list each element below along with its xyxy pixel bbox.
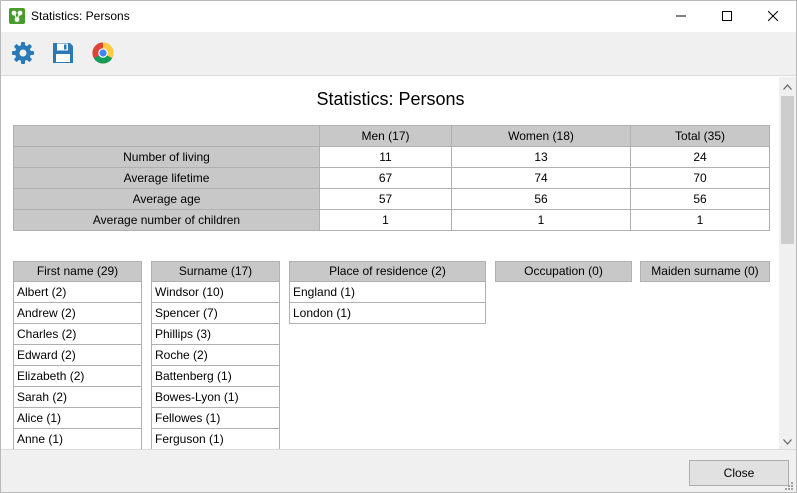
list-item: Elizabeth (2) bbox=[13, 366, 142, 387]
close-window-button[interactable] bbox=[750, 1, 796, 32]
cell-value: 1 bbox=[451, 209, 631, 231]
list-item: Phillips (3) bbox=[151, 324, 280, 345]
table-row: Number of living 11 13 24 bbox=[13, 146, 770, 168]
cell-value: 74 bbox=[451, 167, 631, 189]
minimize-button[interactable] bbox=[658, 1, 704, 32]
button-bar: Close bbox=[1, 449, 796, 492]
open-browser-button[interactable] bbox=[90, 41, 116, 67]
row-label: Average number of children bbox=[13, 209, 320, 231]
cell-value: 70 bbox=[630, 167, 770, 189]
maiden-surname-header: Maiden surname (0) bbox=[640, 261, 770, 282]
list-item: Battenberg (1) bbox=[151, 366, 280, 387]
column-header-total: Total (35) bbox=[630, 125, 770, 147]
resize-grip-icon[interactable] bbox=[784, 480, 794, 490]
cell-value: 1 bbox=[319, 209, 452, 231]
title-bar[interactable]: Statistics: Persons bbox=[1, 1, 796, 32]
list-item: Alice (1) bbox=[13, 408, 142, 429]
statistics-window: Statistics: Persons Statistics: Persons … bbox=[0, 0, 797, 493]
summary-header-row: Men (17) Women (18) Total (35) bbox=[13, 125, 770, 147]
list-item: Anne (1) bbox=[13, 429, 142, 449]
residence-header: Place of residence (2) bbox=[289, 261, 486, 282]
report-view[interactable]: Statistics: Persons Men (17) Women (18) … bbox=[2, 77, 779, 449]
column-header-men: Men (17) bbox=[319, 125, 452, 147]
table-row: Average age 57 56 56 bbox=[13, 188, 770, 210]
minimize-icon bbox=[676, 10, 686, 24]
list-item: Fellowes (1) bbox=[151, 408, 280, 429]
table-row: Average lifetime 67 74 70 bbox=[13, 167, 770, 189]
chrome-icon bbox=[92, 41, 114, 67]
window-title: Statistics: Persons bbox=[31, 9, 130, 23]
surname-list: Surname (17) Windsor (10) Spencer (7) Ph… bbox=[151, 261, 280, 449]
cell-value: 24 bbox=[630, 146, 770, 168]
save-icon bbox=[52, 42, 74, 67]
first-name-header: First name (29) bbox=[13, 261, 142, 282]
list-item: Windsor (10) bbox=[151, 282, 280, 303]
scroll-down-button[interactable] bbox=[779, 432, 796, 449]
table-row: Average number of children 1 1 1 bbox=[13, 209, 770, 231]
scrollbar-thumb[interactable] bbox=[781, 96, 794, 244]
list-item: Bowes-Lyon (1) bbox=[151, 387, 280, 408]
summary-corner-cell bbox=[13, 125, 320, 147]
list-item: London (1) bbox=[289, 303, 486, 324]
maiden-surname-list: Maiden surname (0) bbox=[640, 261, 770, 282]
cell-value: 11 bbox=[319, 146, 452, 168]
list-item: Edward (2) bbox=[13, 345, 142, 366]
vertical-scrollbar[interactable] bbox=[779, 77, 796, 449]
cell-value: 1 bbox=[630, 209, 770, 231]
residence-list: Place of residence (2) England (1) Londo… bbox=[289, 261, 486, 324]
list-item: England (1) bbox=[289, 282, 486, 303]
close-icon bbox=[767, 10, 779, 24]
cell-value: 13 bbox=[451, 146, 631, 168]
summary-table: Men (17) Women (18) Total (35) Number of… bbox=[13, 125, 770, 231]
report-title: Statistics: Persons bbox=[316, 89, 465, 109]
save-button[interactable] bbox=[50, 41, 76, 67]
occupation-list: Occupation (0) bbox=[495, 261, 632, 282]
row-label: Average lifetime bbox=[13, 167, 320, 189]
chevron-down-icon bbox=[783, 434, 792, 448]
cell-value: 67 bbox=[319, 167, 452, 189]
close-button[interactable]: Close bbox=[689, 460, 789, 486]
maximize-button[interactable] bbox=[704, 1, 750, 32]
list-item: Albert (2) bbox=[13, 282, 142, 303]
maximize-icon bbox=[722, 10, 732, 24]
surname-header: Surname (17) bbox=[151, 261, 280, 282]
cell-value: 56 bbox=[630, 188, 770, 210]
list-item: Andrew (2) bbox=[13, 303, 142, 324]
toolbar bbox=[1, 32, 796, 76]
list-item: Charles (2) bbox=[13, 324, 142, 345]
list-item: Sarah (2) bbox=[13, 387, 142, 408]
occupation-header: Occupation (0) bbox=[495, 261, 632, 282]
cell-value: 57 bbox=[319, 188, 452, 210]
row-label: Average age bbox=[13, 188, 320, 210]
app-icon bbox=[9, 8, 25, 24]
cell-value: 56 bbox=[451, 188, 631, 210]
row-label: Number of living bbox=[13, 146, 320, 168]
scroll-up-button[interactable] bbox=[779, 77, 796, 94]
column-header-women: Women (18) bbox=[451, 125, 631, 147]
first-name-list: First name (29) Albert (2) Andrew (2) Ch… bbox=[13, 261, 142, 449]
list-item: Spencer (7) bbox=[151, 303, 280, 324]
list-item: Roche (2) bbox=[151, 345, 280, 366]
chevron-up-icon bbox=[783, 79, 792, 93]
gear-icon bbox=[11, 41, 35, 68]
list-item: Ferguson (1) bbox=[151, 429, 280, 449]
settings-button[interactable] bbox=[10, 41, 36, 67]
